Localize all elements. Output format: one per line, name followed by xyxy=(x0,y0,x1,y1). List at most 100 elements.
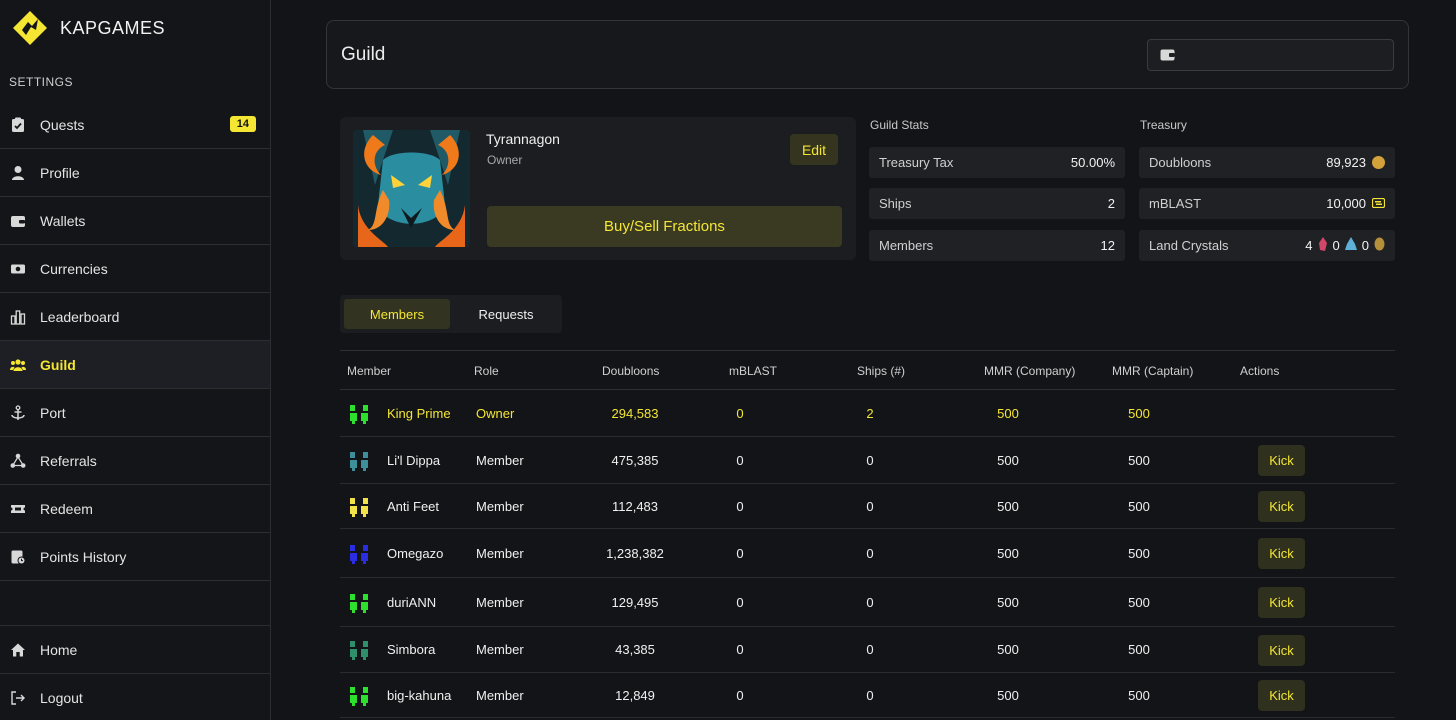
member-avatar-icon xyxy=(348,450,372,472)
stat-members: Members 12 xyxy=(869,230,1125,261)
column-header-mmr-captain: MMR (Captain) xyxy=(1112,364,1194,378)
stat-ships: Ships 2 xyxy=(869,188,1125,219)
gold-crystal-count: 0 xyxy=(1361,238,1369,253)
cell-doubloons: 12,849 xyxy=(615,688,655,703)
cell-mblast: 0 xyxy=(736,546,744,561)
column-header-member: Member xyxy=(347,364,392,378)
stat-value: 2 xyxy=(1107,196,1115,211)
member-avatar-icon xyxy=(348,403,372,425)
sidebar-item-quests[interactable]: Quests 14 xyxy=(0,101,270,149)
stat-label: Members xyxy=(879,238,934,253)
guild-avatar xyxy=(353,130,470,247)
settings-section-label: SETTINGS xyxy=(9,75,74,89)
sidebar-item-profile[interactable]: Profile xyxy=(0,149,270,197)
sidebar-item-currencies[interactable]: Currencies xyxy=(0,245,270,293)
sidebar-item-leaderboard[interactable]: Leaderboard xyxy=(0,293,270,341)
wallet-connect-field[interactable] xyxy=(1147,39,1394,71)
sidebar-item-home[interactable]: Home xyxy=(0,626,270,674)
member-avatar-icon xyxy=(348,639,372,661)
guild-stats-title: Guild Stats xyxy=(870,118,929,132)
stat-label: mBLAST xyxy=(1149,196,1202,211)
sidebar: KAPGAMES SETTINGS Quests 14 Profile Wall… xyxy=(0,0,271,720)
cell-mmr-company: 500 xyxy=(997,453,1019,468)
sidebar-item-label: Points History xyxy=(40,548,127,565)
tab-requests[interactable]: Requests xyxy=(454,299,558,329)
users-icon xyxy=(10,357,26,373)
stat-value-group: 89,923 xyxy=(1326,155,1385,170)
sidebar-item-label: Leaderboard xyxy=(40,308,120,325)
cell-doubloons: 1,238,382 xyxy=(606,546,664,561)
cell-mmr-captain: 500 xyxy=(1128,546,1150,561)
cell-mmr-captain: 500 xyxy=(1128,688,1150,703)
cell-mmr-captain: 500 xyxy=(1128,642,1150,657)
sidebar-item-label: Home xyxy=(40,641,78,658)
cell-mmr-company: 500 xyxy=(997,546,1019,561)
cell-mmr-captain: 500 xyxy=(1128,499,1150,514)
cell-mmr-company: 500 xyxy=(997,595,1019,610)
wallet-icon xyxy=(10,213,26,229)
cell-role: Owner xyxy=(476,406,515,421)
cell-mmr-company: 500 xyxy=(997,499,1019,514)
kick-button[interactable]: Kick xyxy=(1258,445,1305,476)
page-header: Guild xyxy=(326,20,1409,89)
cell-mmr-company: 500 xyxy=(997,406,1019,421)
treasury-land-crystals: Land Crystals 4 0 0 xyxy=(1139,230,1395,261)
member-avatar-icon xyxy=(348,685,372,707)
column-header-role: Role xyxy=(474,364,499,378)
kick-button[interactable]: Kick xyxy=(1258,635,1305,666)
treasury-doubloons: Doubloons 89,923 xyxy=(1139,147,1395,178)
stat-value-group: 4 0 0 xyxy=(1305,237,1385,254)
table-row: Omegazo Member 1,238,382 0 0 500 500 Kick xyxy=(340,529,1395,578)
sidebar-nav: Quests 14 Profile Wallets Currencies Lea… xyxy=(0,101,270,581)
cell-mmr-captain: 500 xyxy=(1128,406,1150,421)
cell-doubloons: 129,495 xyxy=(611,595,659,610)
sidebar-item-label: Port xyxy=(40,404,66,421)
sidebar-item-wallets[interactable]: Wallets xyxy=(0,197,270,245)
sidebar-item-label: Redeem xyxy=(40,500,93,517)
cell-ships: 0 xyxy=(866,453,874,468)
kick-button[interactable]: Kick xyxy=(1258,680,1305,711)
tab-members[interactable]: Members xyxy=(344,299,450,329)
app-name: KAPGAMES xyxy=(60,17,166,38)
sidebar-item-label: Guild xyxy=(40,356,76,373)
kapgames-logo-icon xyxy=(12,10,48,46)
cell-doubloons: 43,385 xyxy=(615,642,655,657)
cell-mmr-captain: 500 xyxy=(1128,453,1150,468)
sidebar-bottom-nav: Home Logout xyxy=(0,625,270,720)
member-avatar-icon xyxy=(348,496,372,518)
kick-button[interactable]: Kick xyxy=(1258,587,1305,618)
network-icon xyxy=(10,453,26,469)
sidebar-item-guild[interactable]: Guild xyxy=(0,341,270,389)
sidebar-item-port[interactable]: Port xyxy=(0,389,270,437)
cell-ships: 2 xyxy=(866,406,874,421)
member-tabs: Members Requests xyxy=(340,295,562,333)
sidebar-item-logout[interactable]: Logout xyxy=(0,674,270,720)
cell-name: Li'l Dippa xyxy=(387,453,441,468)
sidebar-item-points-history[interactable]: Points History xyxy=(0,533,270,581)
edit-guild-button[interactable]: Edit xyxy=(790,134,838,165)
treasury-mblast: mBLAST 10,000 xyxy=(1139,188,1395,219)
sidebar-item-referrals[interactable]: Referrals xyxy=(0,437,270,485)
cell-mblast: 0 xyxy=(736,642,744,657)
quests-count-badge: 14 xyxy=(229,116,256,132)
cell-doubloons: 112,483 xyxy=(611,499,659,514)
stat-treasury-tax: Treasury Tax 50.00% xyxy=(869,147,1125,178)
column-header-ships: Ships (#) xyxy=(857,364,906,378)
table-header: Member Role Doubloons mBLAST Ships (#) M… xyxy=(340,350,1395,390)
cell-name: Omegazo xyxy=(387,546,444,561)
home-icon xyxy=(10,642,26,658)
cell-mblast: 0 xyxy=(736,595,744,610)
kick-button[interactable]: Kick xyxy=(1258,538,1305,569)
cash-icon xyxy=(10,261,26,277)
cell-role: Member xyxy=(476,453,524,468)
blue-crystal-count: 0 xyxy=(1332,238,1340,253)
buy-sell-fractions-button[interactable]: Buy/Sell Fractions xyxy=(487,206,842,247)
logo[interactable]: KAPGAMES xyxy=(12,10,165,46)
guild-name: Tyrannagon xyxy=(486,131,560,147)
mblast-value: 10,000 xyxy=(1326,196,1366,211)
sidebar-item-redeem[interactable]: Redeem xyxy=(0,485,270,533)
user-icon xyxy=(10,165,26,181)
kick-button[interactable]: Kick xyxy=(1258,491,1305,522)
member-avatar-icon xyxy=(348,543,372,565)
blue-crystal-icon xyxy=(1344,237,1357,254)
